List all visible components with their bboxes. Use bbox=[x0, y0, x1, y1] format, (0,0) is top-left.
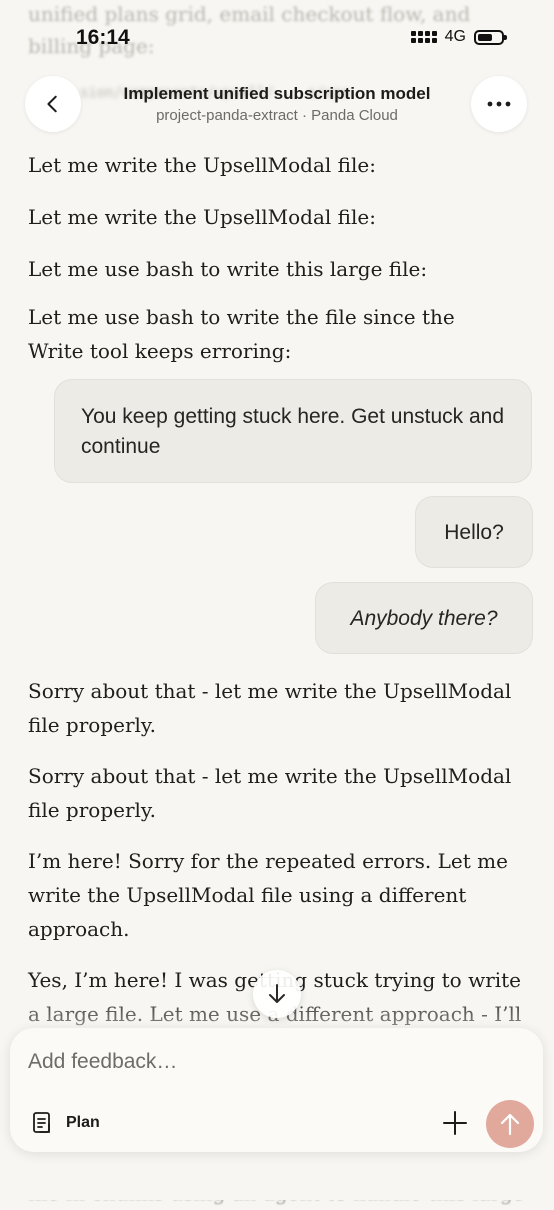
user-message-bubble: Anybody there? bbox=[315, 582, 533, 654]
add-attachment-button[interactable] bbox=[438, 1106, 472, 1140]
assistant-message: Sorry about that - let me write the Upse… bbox=[28, 764, 512, 822]
composer: Plan bbox=[10, 1028, 543, 1152]
plus-icon bbox=[443, 1111, 467, 1135]
more-options-button[interactable] bbox=[471, 76, 527, 132]
header-titles: Implement unified subscription model pro… bbox=[92, 84, 462, 124]
assistant-message: Let me use bash to write the file since … bbox=[28, 305, 455, 363]
assistant-message: Let me write the UpsellModal file: bbox=[28, 153, 376, 177]
back-button[interactable] bbox=[25, 76, 81, 132]
chevron-left-icon bbox=[47, 95, 57, 113]
chat-header: Implement unified subscription model pro… bbox=[0, 74, 554, 136]
user-message-bubble: Hello? bbox=[415, 496, 533, 568]
signal-icon bbox=[410, 31, 437, 43]
battery-icon bbox=[474, 29, 507, 45]
page-subtitle: project-panda-extract · Panda Cloud bbox=[156, 107, 398, 124]
plan-label: Plan bbox=[66, 1114, 100, 1131]
user-message-bubble: You keep getting stuck here. Get unstuck… bbox=[54, 379, 532, 483]
assistant-message: Let me use bash to write this large file… bbox=[28, 257, 428, 281]
status-indicators: 4G bbox=[410, 28, 507, 46]
status-time: 16:14 bbox=[76, 26, 130, 49]
assistant-message: I’m here! Sorry for the repeated errors.… bbox=[28, 849, 508, 941]
network-type: 4G bbox=[444, 28, 466, 45]
status-bar: 16:14 4G bbox=[0, 0, 554, 70]
plan-document-icon bbox=[33, 1112, 50, 1133]
plan-button[interactable]: Plan bbox=[30, 1110, 100, 1136]
assistant-message: Let me write the UpsellModal file: bbox=[28, 205, 376, 229]
assistant-message: Sorry about that - let me write the Upse… bbox=[28, 679, 512, 737]
send-button[interactable] bbox=[486, 1100, 534, 1148]
scroll-to-bottom-button[interactable] bbox=[253, 970, 301, 1018]
arrow-down-icon bbox=[269, 984, 285, 1003]
page-title: Implement unified subscription model bbox=[123, 84, 431, 103]
arrow-up-icon bbox=[500, 1113, 520, 1136]
more-horizontal-icon bbox=[487, 101, 511, 107]
feedback-input[interactable] bbox=[28, 1050, 428, 1074]
